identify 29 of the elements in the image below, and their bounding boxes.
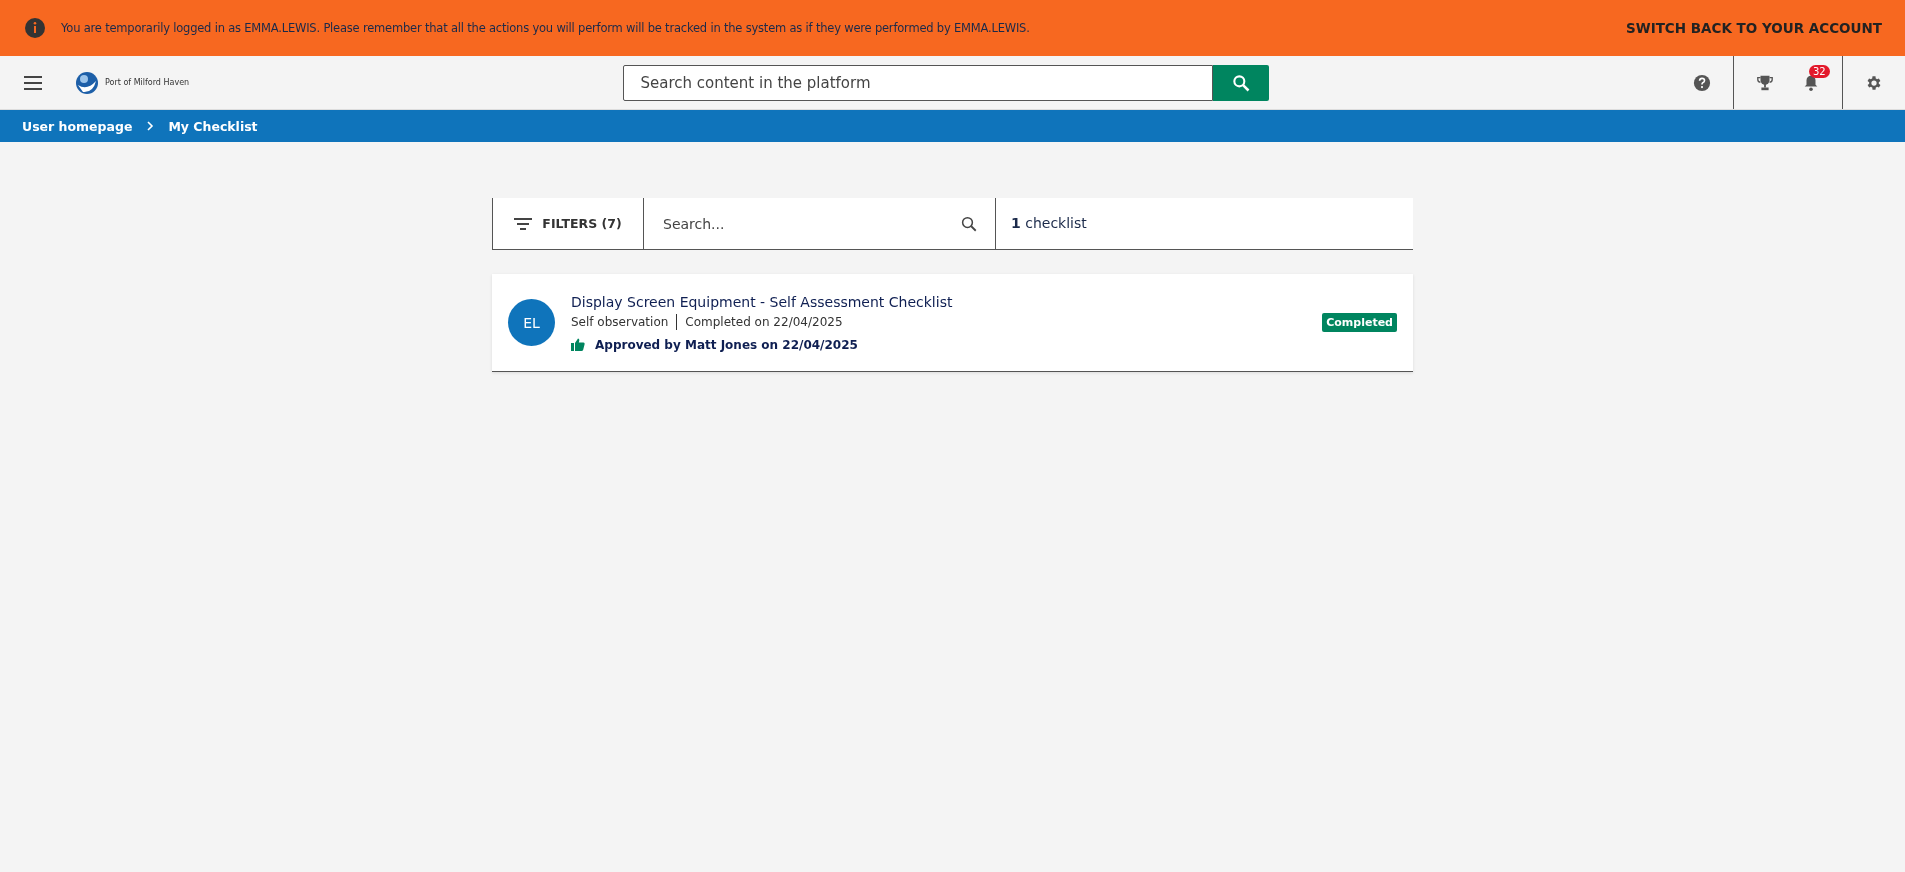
help-icon[interactable] [1693,73,1711,92]
checklist-type: Self observation [571,314,669,329]
breadcrumb-link[interactable]: User homepage [22,118,133,134]
menu-icon[interactable] [24,75,42,90]
switch-account-link[interactable]: SWITCH BACK TO YOUR ACCOUNT [1626,20,1882,36]
search-field[interactable]: Search content in the platform [622,64,1213,101]
chevron-right-icon [146,121,155,131]
bell-icon[interactable] [1802,73,1820,92]
notification-count: 32 [1809,64,1830,78]
thumbs-up-icon [571,338,585,351]
checklist-card[interactable]: EL Display Screen Equipment - Self Assessment Checklist Self observation Completed on 22/04/2025 Approved by Matt Jones on 22/04/2025 Completed [492,274,1413,372]
status-badge: Completed [1322,313,1397,332]
filters-button[interactable]: FILTERS (7) [492,198,644,249]
completion-date: Completed on 22/04/2025 [685,314,843,329]
trophy-icon[interactable] [1756,73,1774,92]
approval-text: Approved by Matt Jones on 22/04/2025 [595,337,858,352]
info-icon [24,17,46,39]
filter-icon [514,217,533,230]
logo-text: Port of Milford Haven [105,78,190,87]
breadcrumb-link[interactable]: My Checklist [168,118,258,134]
search-icon [1230,72,1251,93]
search-icon[interactable] [960,214,978,233]
search-button[interactable] [1212,64,1269,101]
checklist-count: 1 checklist [1010,214,1087,233]
settings-icon[interactable] [1865,73,1883,92]
globe-logo-icon [75,70,99,95]
avatar: EL [508,299,555,346]
checklist-title[interactable]: Display Screen Equipment - Self Assessment Checklist [571,293,1323,310]
banner-message: You are temporarily logged in as EMMA.LEWIS. Please remember that all the actions you will perform will be tracked in the system as if they were performed by EMMA.LEWIS. [61,21,1030,35]
